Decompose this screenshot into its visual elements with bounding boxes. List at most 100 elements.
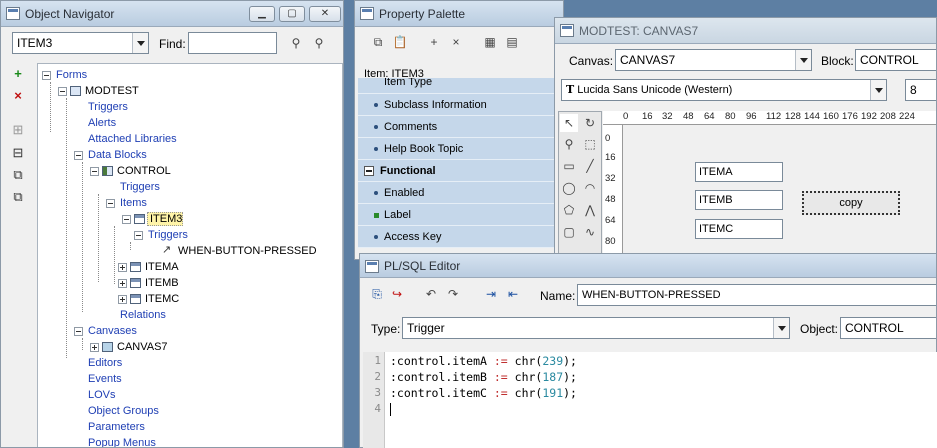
polygon-icon[interactable]: ⬠ bbox=[560, 201, 578, 219]
polyline-icon[interactable]: ⋀ bbox=[581, 201, 599, 219]
tree-node-relations[interactable]: Relations bbox=[118, 307, 166, 323]
paste-property-icon[interactable]: 📋 bbox=[391, 33, 409, 51]
delete-property-icon[interactable]: × bbox=[447, 33, 465, 51]
tree-node-items[interactable]: Items bbox=[106, 195, 147, 211]
tree-node-triggers[interactable]: Triggers bbox=[86, 99, 128, 115]
tree-node-forms[interactable]: Forms bbox=[42, 67, 87, 83]
delete-icon[interactable]: × bbox=[10, 88, 26, 104]
navigator-object-dropdown[interactable]: ITEM3 bbox=[12, 32, 149, 54]
collapse-toggle-icon[interactable] bbox=[134, 230, 143, 240]
reshape-icon[interactable]: ⬚ bbox=[581, 135, 599, 153]
property-row-label[interactable]: Label bbox=[358, 204, 555, 226]
close-button[interactable]: ✕ bbox=[309, 6, 341, 22]
chevron-down-icon[interactable] bbox=[870, 80, 886, 100]
palette-title-bar[interactable]: Property Palette bbox=[355, 1, 563, 27]
collapse-toggle-icon[interactable] bbox=[74, 150, 83, 160]
add-property-icon[interactable]: + bbox=[425, 33, 443, 51]
tree-node-control[interactable]: CONTROL bbox=[90, 163, 171, 179]
freehand-icon[interactable]: ∿ bbox=[581, 223, 599, 241]
tree-node-control-triggers[interactable]: Triggers bbox=[118, 179, 160, 195]
collapse-icon[interactable]: ⊟ bbox=[10, 145, 26, 161]
tree-node-popup-menus[interactable]: Popup Menus bbox=[86, 435, 156, 447]
tree-node-alerts[interactable]: Alerts bbox=[86, 115, 116, 131]
union-icon[interactable]: ▦ bbox=[481, 33, 499, 51]
tree-node-canvases[interactable]: Canvases bbox=[74, 323, 137, 339]
canvas-item-itemc[interactable]: ITEMC bbox=[695, 219, 783, 239]
arc-icon[interactable]: ◠ bbox=[581, 179, 599, 197]
ellipse-icon[interactable]: ◯ bbox=[560, 179, 578, 197]
tree-node-parameters[interactable]: Parameters bbox=[86, 419, 145, 435]
redo-icon[interactable]: ↷ bbox=[444, 285, 462, 303]
collapse-toggle-icon[interactable] bbox=[106, 198, 115, 208]
collapse-all-icon[interactable]: ⧉ bbox=[10, 189, 26, 205]
chevron-down-icon[interactable] bbox=[773, 318, 789, 338]
code-editor[interactable]: 1 2 3 4 :control.itemA := chr(239); :con… bbox=[363, 352, 937, 448]
canvas-dropdown[interactable]: CANVAS7 bbox=[615, 49, 812, 71]
tree-node-item3[interactable]: ITEM3 bbox=[122, 211, 184, 227]
expand-toggle-icon[interactable] bbox=[118, 294, 127, 304]
rotate-icon[interactable]: ↻ bbox=[581, 114, 599, 132]
tree-node-attached-libraries[interactable]: Attached Libraries bbox=[86, 131, 177, 147]
tree-node-item3-triggers[interactable]: Triggers bbox=[134, 227, 188, 243]
collapse-toggle-icon[interactable] bbox=[58, 86, 67, 96]
object-dropdown[interactable]: CONTROL bbox=[840, 317, 936, 339]
expand-toggle-icon[interactable] bbox=[118, 262, 127, 272]
property-row-comments[interactable]: Comments bbox=[358, 116, 555, 138]
layout-canvas[interactable]: ITEMA ITEMB ITEMC copy bbox=[624, 126, 936, 256]
pointer-icon[interactable]: ↖ bbox=[560, 114, 578, 132]
canvas-item-itemb[interactable]: ITEMB bbox=[695, 190, 783, 210]
search-next-icon[interactable]: ⚲ bbox=[310, 34, 328, 52]
collapse-toggle-icon[interactable] bbox=[90, 166, 99, 176]
rounded-rect-icon[interactable]: ▢ bbox=[560, 223, 578, 241]
expand-toggle-icon[interactable] bbox=[118, 278, 127, 288]
property-row-help-book-topic[interactable]: Help Book Topic bbox=[358, 138, 555, 160]
tree-node-canvas7[interactable]: CANVAS7 bbox=[90, 339, 168, 355]
navigator-title-bar[interactable]: Object Navigator ▁ ▢ ✕ bbox=[1, 1, 343, 27]
line-icon[interactable]: ╱ bbox=[581, 157, 599, 175]
tree-node-modtest[interactable]: MODTEST bbox=[58, 83, 139, 99]
collapse-toggle-icon[interactable] bbox=[74, 326, 83, 336]
tree-node-lovs[interactable]: LOVs bbox=[86, 387, 116, 403]
indent-icon[interactable]: ⇥ bbox=[482, 285, 500, 303]
tree-node-object-groups[interactable]: Object Groups bbox=[86, 403, 159, 419]
font-dropdown[interactable]: T Lucida Sans Unicode (Western) bbox=[561, 79, 887, 101]
outdent-icon[interactable]: ⇤ bbox=[504, 285, 522, 303]
collapse-section-icon[interactable] bbox=[364, 166, 374, 176]
navigator-tree[interactable]: Forms MODTEST Triggers Alerts Attached L… bbox=[37, 63, 343, 447]
add-icon[interactable]: + bbox=[10, 66, 26, 82]
type-dropdown[interactable]: Trigger bbox=[402, 317, 790, 339]
maximize-button[interactable]: ▢ bbox=[279, 6, 305, 22]
copy-property-icon[interactable]: ⧉ bbox=[369, 33, 387, 51]
minimize-button[interactable]: ▁ bbox=[249, 6, 275, 22]
collapse-toggle-icon[interactable] bbox=[42, 70, 51, 80]
find-input[interactable] bbox=[188, 32, 277, 54]
search-icon[interactable]: ⚲ bbox=[287, 34, 305, 52]
tree-node-itemb[interactable]: ITEMB bbox=[118, 275, 179, 291]
property-row-access-key[interactable]: Access Key bbox=[358, 226, 555, 248]
tree-node-events[interactable]: Events bbox=[86, 371, 122, 387]
block-dropdown[interactable]: CONTROL bbox=[855, 49, 936, 71]
revert-icon[interactable]: ↪ bbox=[388, 285, 406, 303]
tree-node-when-button-pressed[interactable]: WHEN-BUTTON-PRESSED bbox=[162, 243, 317, 259]
tree-node-editors[interactable]: Editors bbox=[86, 355, 122, 371]
magnify-icon[interactable]: ⚲ bbox=[560, 135, 578, 153]
expand-toggle-icon[interactable] bbox=[90, 342, 99, 352]
chevron-down-icon[interactable] bbox=[132, 33, 148, 53]
tree-node-itema[interactable]: ITEMA bbox=[118, 259, 179, 275]
collapse-toggle-icon[interactable] bbox=[122, 214, 131, 224]
canvas-item-itema[interactable]: ITEMA bbox=[695, 162, 783, 182]
editor-title-bar[interactable]: PL/SQL Editor bbox=[360, 254, 936, 278]
intersect-icon[interactable]: ▤ bbox=[503, 33, 521, 51]
tree-node-itemc[interactable]: ITEMC bbox=[118, 291, 179, 307]
font-size-dropdown[interactable]: 8 bbox=[905, 79, 936, 101]
tree-node-data-blocks[interactable]: Data Blocks bbox=[74, 147, 147, 163]
rectangle-icon[interactable]: ▭ bbox=[560, 157, 578, 175]
compile-icon[interactable]: ⎘ bbox=[368, 285, 386, 303]
expand-icon[interactable]: ⊞ bbox=[10, 122, 26, 138]
property-row-enabled[interactable]: Enabled bbox=[358, 182, 555, 204]
canvas-title-bar[interactable]: MODTEST: CANVAS7 bbox=[555, 18, 936, 44]
property-row-item-type[interactable]: Item Type bbox=[358, 78, 555, 94]
property-row-subclass-information[interactable]: Subclass Information bbox=[358, 94, 555, 116]
property-section-functional[interactable]: Functional bbox=[358, 160, 555, 182]
expand-all-icon[interactable]: ⧉ bbox=[10, 167, 26, 183]
